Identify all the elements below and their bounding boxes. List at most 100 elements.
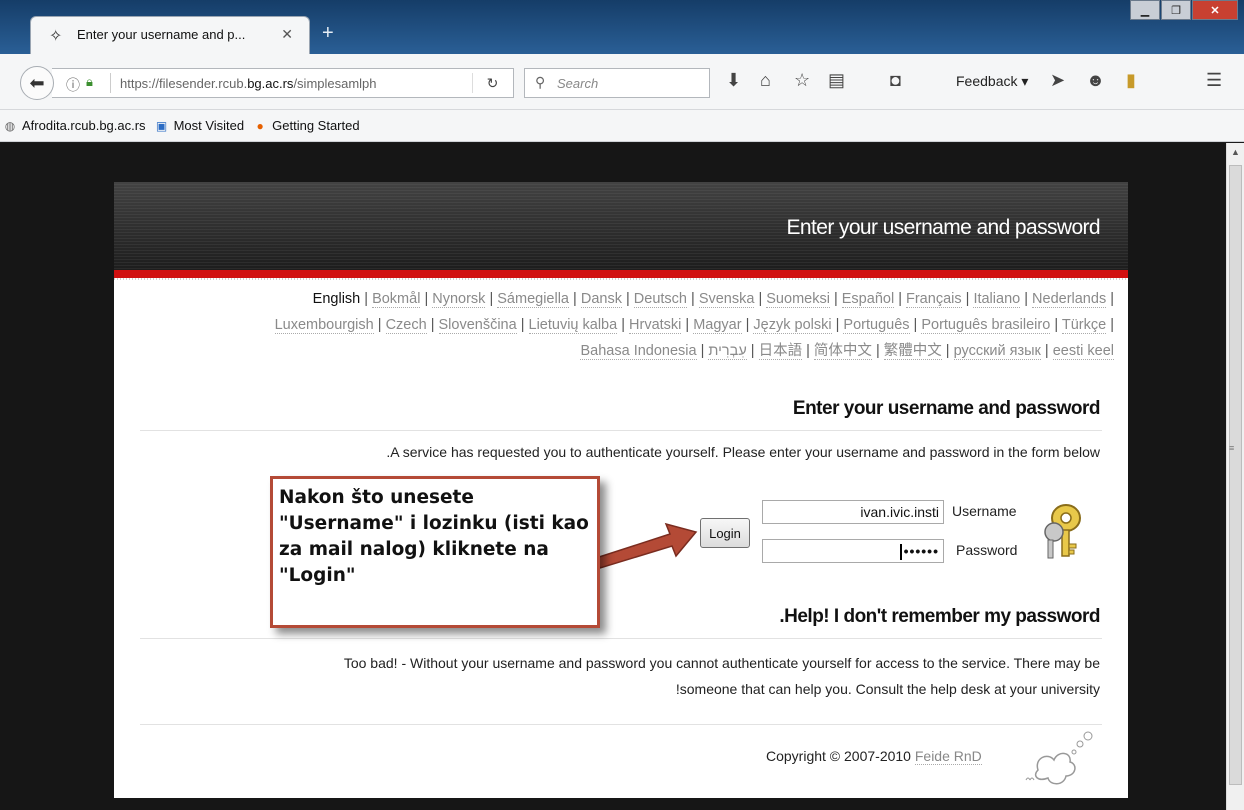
reload-icon[interactable]: ↻ [472,73,512,93]
dotted-divider [114,278,1128,280]
language-link[interactable]: eesti keel [1052,343,1114,360]
scroll-thumb[interactable] [1229,165,1242,785]
keys-icon [1044,504,1081,559]
copyright-label: Copyright © 2007-2010 [766,748,911,764]
language-link[interactable]: Español [841,291,895,308]
language-separator: | [941,343,954,359]
extension-icon[interactable]: ▮ [1126,70,1136,91]
reading-list-icon[interactable]: ▤ [828,70,845,91]
username-label: Username [952,503,1017,519]
language-link[interactable]: Nederlands [1032,291,1107,308]
url-domain: bg.ac.rs [247,76,294,91]
bookmark-afrodita[interactable]: ◍ Afrodita.rcub.bg.ac.rs [2,118,146,134]
language-link[interactable]: Svenska [698,291,755,308]
menu-icon[interactable]: ☰ [1206,70,1222,91]
language-separator: | [569,291,581,307]
back-button[interactable]: ⬅ [20,66,54,100]
language-selector: English | Bokmål | Nynorsk | Sámegiella … [124,286,1114,364]
language-row: Luxembourgish | Czech | Slovenščina | Li… [124,312,1114,338]
language-link[interactable]: Bokmål [372,291,421,308]
downloads-icon[interactable]: ⬇ [726,70,741,91]
language-separator: | [426,317,439,333]
search-bar[interactable]: ⚲ Search [524,68,710,98]
login-button[interactable]: Login [700,518,750,548]
bookmark-getting-started[interactable]: ● Getting Started [252,118,360,134]
instruction-callout: Nakon što unesete "Username" i lozinku (… [270,476,600,628]
login-heading: Enter your username and password [792,398,1101,419]
language-link[interactable]: Hrvatski [629,317,682,334]
close-tab-icon[interactable]: ✕ [281,26,293,43]
language-link[interactable]: Português [843,317,910,334]
language-link[interactable]: Dansk [580,291,622,308]
bookmarks-toolbar: ◍ Afrodita.rcub.bg.ac.rs ▣ Most Visited … [0,110,1244,142]
language-separator: | [1106,317,1114,333]
header-title: Enter your username and password [786,216,1101,239]
language-link[interactable]: Français [906,291,962,308]
browser-tab[interactable]: ✧ Enter your username and p... ✕ [30,16,310,54]
language-separator: | [894,291,906,307]
language-link[interactable]: Italiano [973,291,1021,308]
bookmark-label: Afrodita.rcub.bg.ac.rs [22,118,146,133]
language-link[interactable]: Bahasa Indonesia [580,343,697,360]
feedback-menu[interactable]: Feedback ▾ [956,73,1028,90]
bookmark-star-icon[interactable]: ☆ [794,70,810,91]
scroll-grip-icon: ≡ [1229,443,1235,453]
language-separator: | [831,317,844,333]
language-link[interactable]: Suomeksi [766,291,830,308]
search-icon: ⚲ [535,74,546,90]
password-input[interactable]: •••••• [762,539,944,563]
language-link[interactable]: Magyar [693,317,742,334]
language-link[interactable]: Język polski [753,317,832,334]
vertical-scrollbar[interactable]: ▲ ≡ [1226,143,1244,810]
home-icon[interactable]: ⌂ [760,70,771,91]
page-header: Enter your username and password [114,182,1128,272]
language-link[interactable]: Sámegiella [497,291,570,308]
language-link[interactable]: русский язык [953,343,1041,360]
language-row: Bahasa Indonesia | עִבְרִית | 日本語 | 简体中文… [124,338,1114,364]
window-titlebar: ▁ ❐ ✕ ✧ Enter your username and p... ✕ + [0,0,1244,54]
language-separator: | [741,317,754,333]
language-link[interactable]: Luxembourgish [274,317,374,334]
language-row: English | Bokmål | Nynorsk | Sámegiella … [124,286,1114,312]
language-separator: | [829,291,842,307]
language-link[interactable]: Czech [385,317,427,334]
language-link[interactable]: Deutsch [633,291,687,308]
language-link[interactable]: 简体中文 [813,343,872,360]
language-separator: | [746,343,759,359]
site-info-icon[interactable]: ⓘ [66,75,80,95]
language-link[interactable]: Lietuvių kalba [528,317,618,334]
url-path: /simplesamlph [293,76,377,91]
url-prefix: https://filesender.rcub. [120,76,248,91]
bookmark-most-visited[interactable]: ▣ Most Visited [154,118,244,134]
url-text[interactable]: https://filesender.rcub.bg.ac.rs/simples… [120,76,377,91]
language-link[interactable]: 日本語 [758,343,803,360]
language-separator: | [516,317,529,333]
username-input[interactable]: ivan.ivic.insti [762,500,944,524]
chat-icon[interactable]: ☻ [1086,70,1105,91]
language-link[interactable]: Nynorsk [432,291,486,308]
navigation-toolbar: ⓘ 🔒︎ https://filesender.rcub.bg.ac.rs/si… [0,54,1244,110]
language-link[interactable]: Português brasileiro [921,317,1051,334]
send-icon[interactable]: ➤ [1050,70,1065,91]
pointer-arrow-icon [595,522,698,569]
feide-link[interactable]: Feide RnD [914,748,982,765]
new-tab-button[interactable]: + [322,22,334,45]
language-link[interactable]: 繁體中文 [883,343,942,360]
globe-icon: ◍ [4,118,16,133]
scroll-up-icon[interactable]: ▲ [1227,147,1244,157]
close-window-button[interactable]: ✕ [1192,0,1238,20]
feedback-label: Feedback [956,73,1018,89]
minimize-button[interactable]: ▁ [1130,0,1160,20]
lock-icon[interactable]: 🔒︎ [86,74,93,90]
heading-rule [140,430,1102,431]
pocket-icon[interactable]: ◘ [890,70,901,91]
language-separator: | [909,317,922,333]
language-link[interactable]: עִבְרִית [708,343,747,360]
language-separator: | [754,291,767,307]
feide-logo-icon [1025,731,1093,785]
language-link[interactable]: Türkçe [1061,317,1107,334]
url-bar[interactable]: ⓘ 🔒︎ https://filesender.rcub.bg.ac.rs/si… [52,68,514,98]
language-link[interactable]: Slovenščina [438,317,517,334]
maximize-button[interactable]: ❐ [1161,0,1191,20]
footer-rule [140,724,1102,725]
